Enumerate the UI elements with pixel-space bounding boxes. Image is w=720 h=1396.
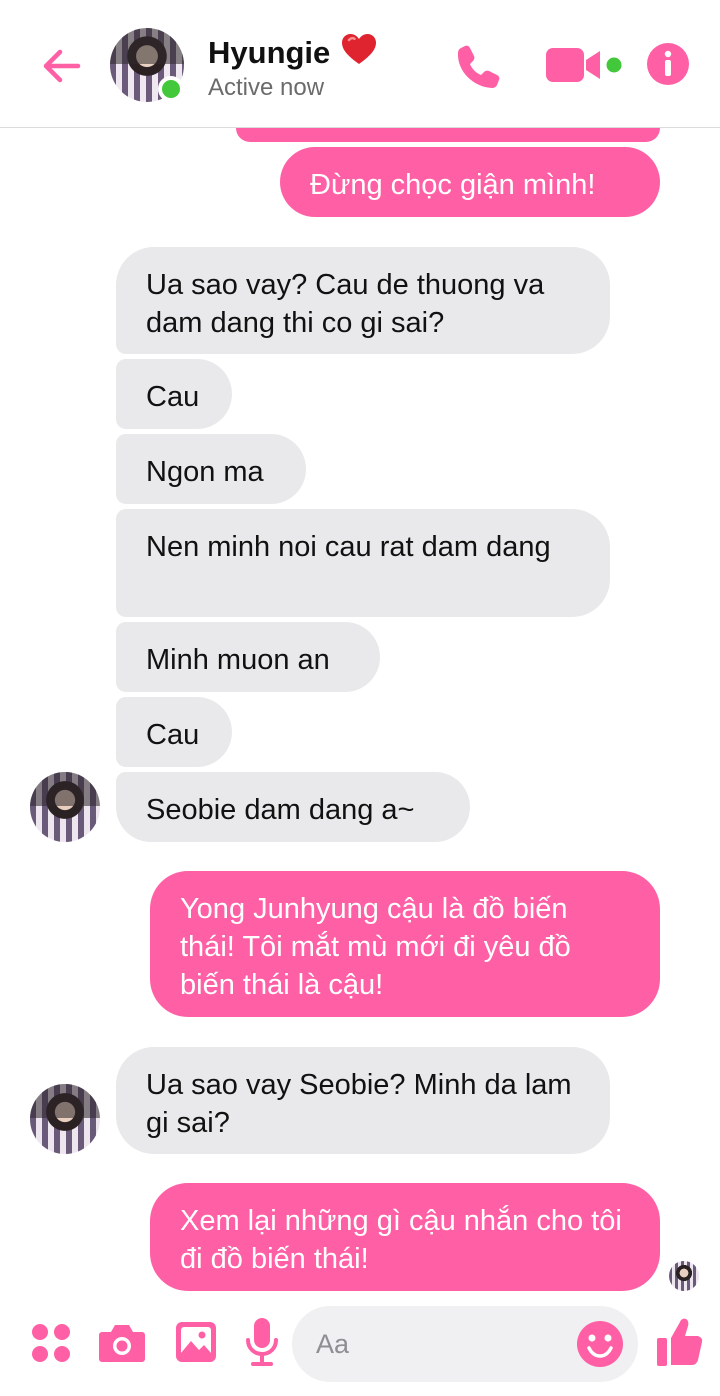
contact-name: Hyungie — [208, 35, 331, 70]
chat-header: Hyungie Active now — [0, 0, 720, 128]
message-bubble-outgoing[interactable]: Yong Junhyung cậu là đồ biến thái! Tôi m… — [150, 871, 660, 1017]
apps-grid-icon[interactable] — [26, 1318, 76, 1368]
message-input[interactable] — [316, 1324, 576, 1364]
red-heart-icon — [340, 32, 378, 74]
contact-name-row[interactable]: Hyungie — [208, 32, 378, 74]
microphone-icon[interactable] — [240, 1314, 284, 1370]
message-bubble-incoming[interactable]: Nen minh noi cau rat dam dang — [116, 509, 610, 617]
message-bubble-incoming[interactable]: Ngon ma — [116, 434, 306, 504]
sender-avatar[interactable] — [30, 772, 100, 842]
active-status-text: Active now — [208, 74, 325, 101]
message-bubble-incoming[interactable]: Minh muon an — [116, 622, 380, 692]
gallery-icon[interactable] — [172, 1316, 220, 1368]
video-camera-icon[interactable] — [544, 40, 628, 90]
message-bubble-incoming[interactable]: Ua sao vay Seobie? Minh da lam gi sai? — [116, 1047, 610, 1154]
previous-message-bubble-fragment — [236, 128, 660, 142]
seen-receipt-avatar — [669, 1261, 699, 1291]
camera-icon[interactable] — [96, 1318, 148, 1368]
sender-avatar[interactable] — [30, 1084, 100, 1154]
phone-icon[interactable] — [448, 36, 508, 96]
emoji-icon[interactable] — [574, 1318, 626, 1370]
message-bubble-incoming[interactable]: Cau — [116, 359, 232, 429]
message-bubble-incoming[interactable]: Cau — [116, 697, 232, 767]
info-icon[interactable] — [644, 40, 692, 88]
message-bubble-outgoing[interactable]: Đừng chọc giận mình! — [280, 147, 660, 217]
message-bubble-outgoing[interactable]: Xem lại những gì cậu nhắn cho tôi đi đồ … — [150, 1183, 660, 1291]
message-bubble-incoming[interactable]: Seobie dam dang a~ — [116, 772, 470, 842]
back-arrow-icon[interactable] — [36, 40, 88, 92]
thumbs-up-icon[interactable] — [654, 1314, 706, 1370]
message-bubble-incoming[interactable]: Ua sao vay? Cau de thuong va dam dang th… — [116, 247, 610, 354]
active-status-dot — [158, 76, 184, 102]
